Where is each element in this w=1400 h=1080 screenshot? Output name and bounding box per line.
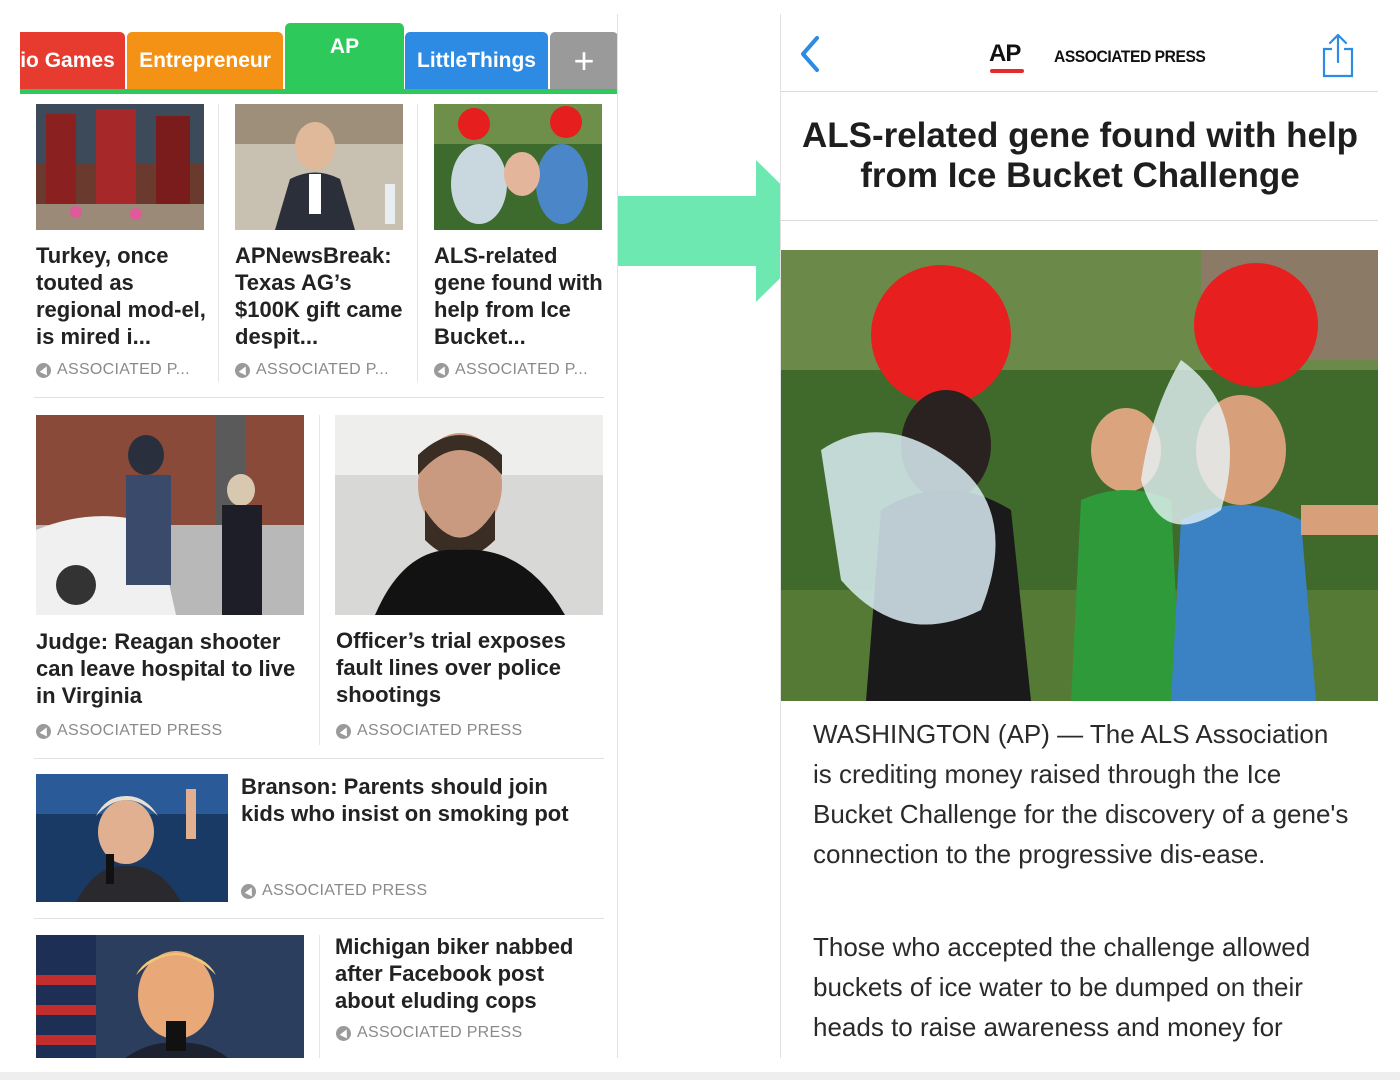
thumbnail-reagan-shooter[interactable] xyxy=(36,415,304,615)
thumbnail-ice-bucket[interactable] xyxy=(434,104,602,230)
source-label: ASSOCIATED PRESS xyxy=(36,722,222,740)
row-divider xyxy=(34,758,604,759)
publisher-logo-underline xyxy=(990,69,1024,73)
flipboard-source-icon xyxy=(36,723,51,739)
flipboard-source-icon xyxy=(336,1025,351,1041)
source-label: ASSOCIATED PRESS xyxy=(241,882,427,900)
article-panel: AP ASSOCIATED PRESS ALS-related gene fou… xyxy=(780,14,1378,1058)
thumbnail-officer-trial[interactable] xyxy=(335,415,603,615)
headline-reagan-shooter[interactable]: Judge: Reagan shooter can leave hospital… xyxy=(36,628,306,709)
headline-officer-trial[interactable]: Officer’s trial exposes fault lines over… xyxy=(336,627,606,708)
thumbnail-branson[interactable] xyxy=(36,774,228,902)
flipboard-source-icon xyxy=(434,362,449,378)
section-tab-bar: io Games Entrepreneur AP LittleThings + xyxy=(20,14,617,94)
source-label: ASSOCIATED P... xyxy=(434,361,588,379)
row-divider xyxy=(34,397,604,398)
tab-ap[interactable]: AP xyxy=(285,23,404,89)
tab-games[interactable]: io Games xyxy=(20,32,125,89)
article-title: ALS-related gene found with help from Ic… xyxy=(801,116,1359,195)
flipboard-source-icon xyxy=(235,362,250,378)
source-label: ASSOCIATED P... xyxy=(36,361,190,379)
flipboard-source-icon xyxy=(336,723,351,739)
row-divider xyxy=(34,918,604,919)
headline-michigan-biker[interactable]: Michigan biker nabbed after Facebook pos… xyxy=(335,933,605,1014)
article-paragraph: WASHINGTON (AP) — The ALS Association is… xyxy=(813,719,1349,869)
tab-entrepreneur[interactable]: Entrepreneur xyxy=(127,32,283,89)
flipboard-source-icon xyxy=(36,362,51,378)
headline-branson[interactable]: Branson: Parents should join kids who in… xyxy=(241,773,586,827)
article-nav-bar: AP ASSOCIATED PRESS xyxy=(781,14,1378,92)
divider xyxy=(218,104,219,382)
title-divider xyxy=(781,220,1378,221)
thumbnail-michigan-biker[interactable] xyxy=(36,935,304,1058)
article-hero-image xyxy=(781,250,1378,701)
headline-ice-bucket[interactable]: ALS-related gene found with help from Ic… xyxy=(434,242,606,350)
divider xyxy=(319,415,320,745)
headline-turkey[interactable]: Turkey, once touted as regional mod-el, … xyxy=(36,242,206,350)
publisher-name: ASSOCIATED PRESS xyxy=(1054,47,1206,66)
source-label: ASSOCIATED PRESS xyxy=(336,1024,522,1042)
divider xyxy=(417,104,418,382)
thumbnail-turkey[interactable] xyxy=(36,104,204,230)
add-section-button[interactable]: + xyxy=(550,32,617,89)
article-paragraph: Those who accepted the challenge allowed… xyxy=(813,932,1311,1042)
publisher-logo: AP xyxy=(989,40,1021,67)
divider xyxy=(319,935,320,1058)
feed-panel: io Games Entrepreneur AP LittleThings + … xyxy=(20,14,618,1058)
chevron-left-icon[interactable] xyxy=(795,34,825,74)
headline-texas-ag[interactable]: APNewsBreak: Texas AG’s $100K gift came … xyxy=(235,242,407,350)
thumbnail-texas-ag[interactable] xyxy=(235,104,403,230)
bottom-strip xyxy=(0,1072,1400,1080)
tab-littlethings[interactable]: LittleThings xyxy=(405,32,548,89)
source-label: ASSOCIATED PRESS xyxy=(336,722,522,740)
tab-underline xyxy=(20,89,617,94)
share-icon[interactable] xyxy=(1321,32,1355,78)
source-label: ASSOCIATED P... xyxy=(235,361,389,379)
flipboard-source-icon xyxy=(241,883,256,899)
